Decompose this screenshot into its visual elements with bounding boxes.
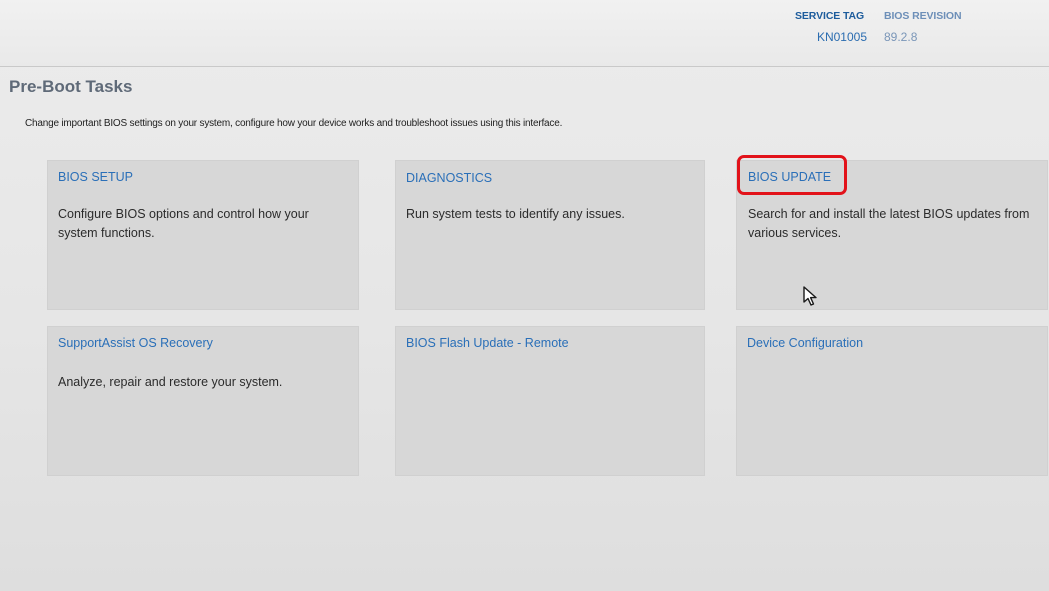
tile-supportassist-os-recovery[interactable]: SupportAssist OS Recovery Analyze, repai… (47, 326, 359, 476)
tile-bios-flash-update-remote[interactable]: BIOS Flash Update - Remote (395, 326, 705, 476)
page-subtitle: Change important BIOS settings on your s… (25, 118, 563, 129)
bios-update-highlight (737, 155, 847, 195)
tile-description: Configure BIOS options and control how y… (58, 207, 309, 240)
bios-revision-info: BIOS REVISION 89.2.8 (884, 10, 962, 44)
service-tag-label: SERVICE TAG (795, 10, 865, 22)
tile-device-configuration[interactable]: Device Configuration (736, 326, 1048, 476)
bios-preboot-screen: SERVICE TAG KN01005 BIOS REVISION 89.2.8… (0, 0, 1049, 591)
tile-description: Analyze, repair and restore your system. (58, 375, 283, 389)
tile-bios-setup[interactable]: BIOS SETUP Configure BIOS options and co… (47, 160, 359, 310)
tile-title[interactable]: SupportAssist OS Recovery (58, 336, 213, 350)
service-tag-info: SERVICE TAG KN01005 (795, 10, 867, 44)
mouse-pointer-icon (803, 286, 817, 306)
tile-description: Search for and install the latest BIOS u… (748, 207, 1030, 240)
tile-title[interactable]: BIOS SETUP (58, 170, 133, 184)
page-title: Pre-Boot Tasks (9, 77, 133, 96)
tile-diagnostics[interactable]: DIAGNOSTICS Run system tests to identify… (395, 160, 705, 310)
bios-revision-value: 89.2.8 (884, 30, 918, 44)
tile-description: Run system tests to identify any issues. (406, 207, 625, 221)
bios-revision-label: BIOS REVISION (884, 10, 962, 22)
service-tag-value: KN01005 (816, 30, 867, 44)
header-bar: SERVICE TAG KN01005 BIOS REVISION 89.2.8 (0, 0, 1049, 67)
tile-title[interactable]: Device Configuration (747, 336, 863, 350)
tile-title[interactable]: DIAGNOSTICS (406, 171, 492, 185)
tile-title[interactable]: BIOS Flash Update - Remote (406, 336, 569, 350)
